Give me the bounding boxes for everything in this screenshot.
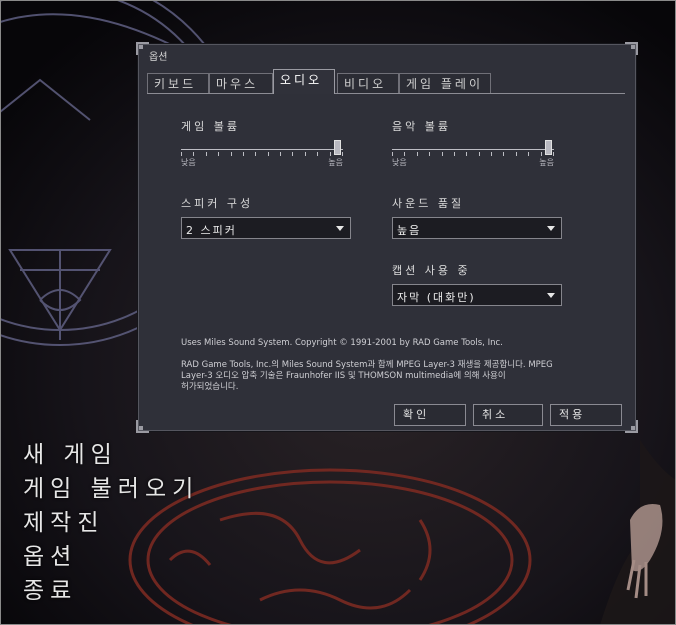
slider-tick [491, 152, 492, 156]
captions-label: 캡션 사용 중 [392, 264, 471, 277]
corner-ornament-icon [136, 420, 149, 433]
menu-quit[interactable]: 종료 [23, 574, 199, 608]
slider-tick [330, 152, 331, 156]
ok-button[interactable]: 확인 [394, 404, 466, 426]
chevron-down-icon [336, 226, 344, 231]
menu-new-game[interactable]: 새 게임 [23, 438, 199, 472]
captions-value: 자막 (대화만) [397, 291, 476, 304]
license-notice-line1: RAD Game Tools, Inc.의 Miles Sound System… [181, 360, 553, 370]
speaker-config-value: 2 스피커 [186, 224, 237, 237]
slider-tick [528, 152, 529, 156]
slider-track [392, 149, 554, 150]
menu-options[interactable]: 옵션 [23, 540, 199, 574]
slider-tick [541, 152, 542, 156]
tab-gameplay[interactable]: 게임 플레이 [399, 73, 491, 93]
slider-thumb[interactable] [334, 140, 341, 155]
slider-high-label: 높음 [328, 158, 343, 167]
slider-tick [243, 152, 244, 156]
chevron-down-icon [547, 293, 555, 298]
options-dialog: 옵션 키보드 마우스 오디오 비디오 게임 플레이 게임 볼륨 낮음 높음 음악… [136, 42, 638, 433]
slider-tick [181, 152, 182, 156]
slider-tick [553, 152, 554, 156]
sound-quality-select[interactable]: 높음 [392, 217, 562, 239]
slider-tick [206, 152, 207, 156]
corner-ornament-icon [625, 420, 638, 433]
slider-low-label: 낮음 [181, 158, 196, 167]
slider-tick [392, 152, 393, 156]
slider-tick [503, 152, 504, 156]
slider-tick [454, 152, 455, 156]
slider-tick [255, 152, 256, 156]
slider-high-label: 높음 [539, 158, 554, 167]
slider-track [181, 149, 343, 150]
slider-tick [268, 152, 269, 156]
sound-quality-label: 사운드 품질 [392, 197, 465, 210]
music-volume-slider[interactable]: 낮음 높음 [392, 140, 554, 167]
dialog-title: 옵션 [149, 52, 168, 63]
slider-tick [231, 152, 232, 156]
speaker-config-label: 스피커 구성 [181, 197, 254, 210]
corner-ornament-icon [625, 42, 638, 55]
slider-tick [429, 152, 430, 156]
sound-quality-value: 높음 [397, 224, 422, 237]
slider-tick [442, 152, 443, 156]
speaker-config-select[interactable]: 2 스피커 [181, 217, 351, 239]
tab-keyboard[interactable]: 키보드 [147, 73, 209, 93]
slider-tick [466, 152, 467, 156]
chevron-down-icon [547, 226, 555, 231]
slider-tick [193, 152, 194, 156]
cancel-button[interactable]: 취소 [473, 404, 543, 426]
slider-tick [479, 152, 480, 156]
main-menu: 새 게임 게임 불러오기 제작진 옵션 종료 [23, 438, 199, 608]
menu-load-game[interactable]: 게임 불러오기 [23, 472, 199, 506]
music-volume-label: 음악 볼륨 [392, 120, 451, 133]
copyright-notice: Uses Miles Sound System. Copyright © 199… [181, 338, 503, 348]
slider-tick [417, 152, 418, 156]
audio-panel: 게임 볼륨 낮음 높음 음악 볼륨 낮음 높음 스피커 구성 2 스피커 사운드… [147, 93, 625, 402]
slider-tick [305, 152, 306, 156]
license-notice-line3: 허가되었습니다. [181, 382, 239, 392]
corner-ornament-icon [136, 42, 149, 55]
captions-select[interactable]: 자막 (대화만) [392, 284, 562, 306]
apply-button[interactable]: 적용 [550, 404, 622, 426]
slider-low-label: 낮음 [392, 158, 407, 167]
menu-credits[interactable]: 제작진 [23, 506, 199, 540]
slider-tick [342, 152, 343, 156]
slider-tick [280, 152, 281, 156]
game-volume-label: 게임 볼륨 [181, 120, 240, 133]
game-volume-slider[interactable]: 낮음 높음 [181, 140, 343, 167]
slider-tick [317, 152, 318, 156]
slider-tick [218, 152, 219, 156]
slider-tick [404, 152, 405, 156]
tab-video[interactable]: 비디오 [337, 73, 399, 93]
tab-audio[interactable]: 오디오 [273, 69, 335, 94]
tab-mouse[interactable]: 마우스 [209, 73, 273, 93]
license-notice-line2: Layer-3 오디오 압축 기술은 Fraunhofer IIS 및 THOM… [181, 371, 506, 381]
slider-tick [292, 152, 293, 156]
slider-tick [516, 152, 517, 156]
slider-thumb[interactable] [545, 140, 552, 155]
